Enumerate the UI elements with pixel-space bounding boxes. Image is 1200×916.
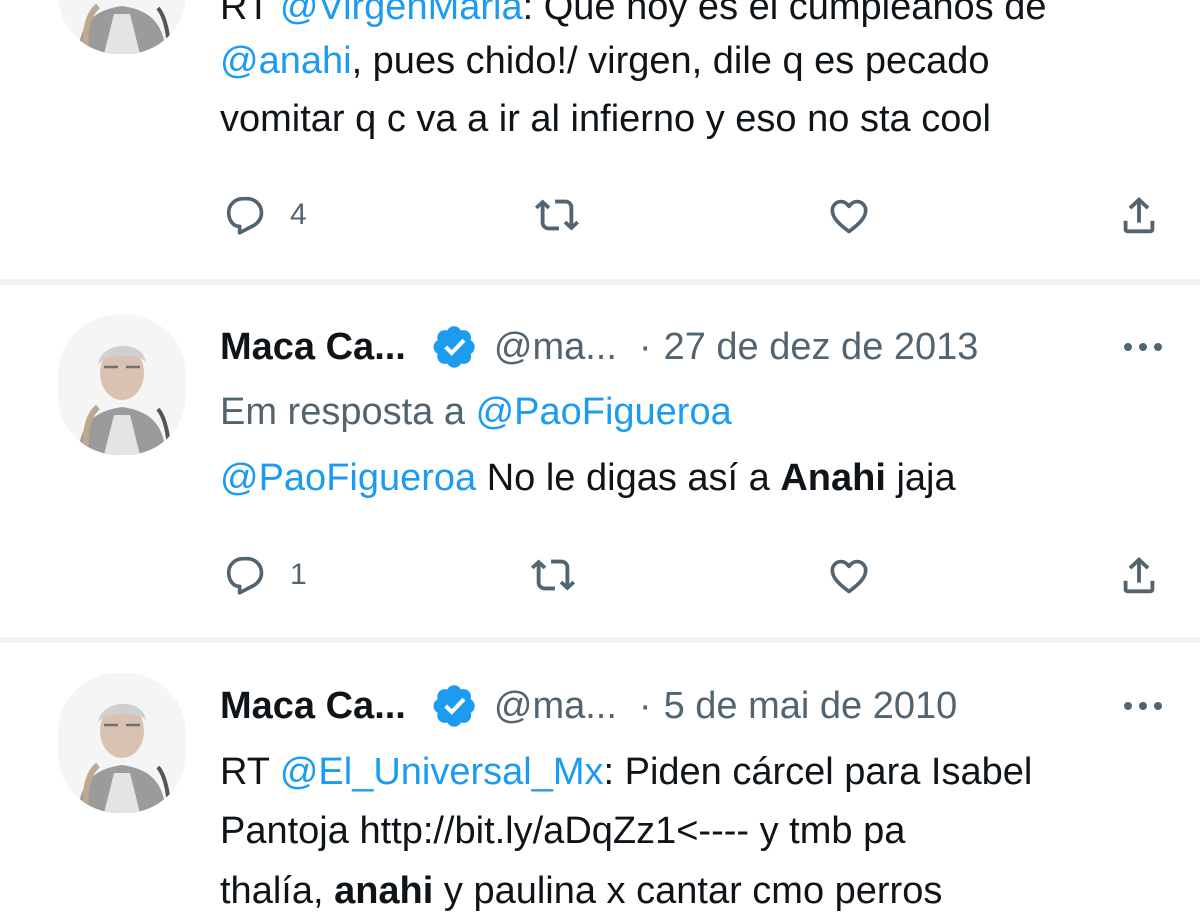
like-button[interactable] [826,190,872,240]
like-button[interactable] [826,550,872,600]
more-options-button[interactable] [1120,337,1166,357]
tweet-actions: 1 [0,550,1200,600]
reply-count: 1 [290,558,307,591]
mention-link[interactable]: @VirgenMaria [280,0,523,28]
display-name[interactable]: Maca Ca... [220,685,406,728]
tweet-text: thalía, [220,870,335,912]
reply-context: Em resposta a @PaoFigueroa [220,387,732,437]
reply-icon [222,552,268,598]
user-handle[interactable]: @ma... [494,685,617,728]
tweet-text: : Que hoy es el cumpleaños de [522,0,1047,28]
tweet-text-line: thalía, anahi y paulina x cantar cmo per… [220,866,942,916]
like-icon [826,192,872,238]
reply-count: 4 [290,198,307,231]
like-icon [826,552,872,598]
retweet-button[interactable] [534,190,580,240]
retweet-icon [534,192,580,238]
share-button[interactable] [1116,550,1162,600]
more-icon [1120,696,1166,716]
avatar[interactable] [58,315,186,455]
retweet-icon [530,552,576,598]
tweet-text: : Piden cárcel para Isabel [603,751,1033,793]
reply-button[interactable]: 1 [222,550,307,600]
verified-badge-icon [432,324,478,370]
mention-link[interactable]: @PaoFigueroa [220,457,476,499]
share-icon [1116,192,1162,238]
tweet-date[interactable]: 5 de mai de 2010 [664,685,958,728]
tweet-header: Maca Ca... @ma... · 27 de dez de 2013 [220,322,978,372]
tweet-text-line: vomitar q c va a ir al infierno y eso no… [220,98,991,140]
mention-link[interactable]: @El_Universal_Mx [280,751,604,793]
share-icon [1116,552,1162,598]
share-button[interactable] [1116,190,1162,240]
avatar[interactable] [58,0,186,54]
tweet-text: RT [220,0,280,28]
display-name[interactable]: Maca Ca... [220,326,406,369]
tweet-date[interactable]: 27 de dez de 2013 [664,326,979,369]
mention-link[interactable]: @anahi [220,40,352,82]
tweet[interactable]: Maca Ca... @ma... · 5 de mai de 2010 RT … [0,643,1200,912]
tweet-text: y paulina x cantar cmo perros [433,870,943,912]
mention-link[interactable]: @PaoFigueroa [476,391,732,433]
more-icon [1120,337,1166,357]
reply-context-label: Em resposta a [220,391,476,433]
tweet[interactable]: Maca Ca... @ma... · 27 de dez de 2013 Em… [0,285,1200,637]
tweet-text-line: Pantoja http://bit.ly/aDqZz1<---- y tmb … [220,810,906,852]
tweet-text: RT [220,751,280,793]
tweet-text-line: @anahi, pues chido!/ virgen, dile q es p… [220,36,990,86]
tweet-feed: RT @VirgenMaria: Que hoy es el cumpleaño… [0,0,1200,912]
tweet-text: No le digas así a [476,457,781,499]
tweet-actions: 4 [0,190,1200,240]
separator-dot: · [638,325,652,368]
tweet[interactable]: RT @VirgenMaria: Que hoy es el cumpleaño… [0,0,1200,279]
tweet-text-line: @PaoFigueroa No le digas así a Anahi jaj… [220,453,956,503]
tweet-header: Maca Ca... @ma... · 5 de mai de 2010 [220,681,957,731]
tweet-text: jaja [885,457,956,499]
user-handle[interactable]: @ma... [494,326,617,369]
tweet-text-bold: anahi [334,870,434,912]
reply-button[interactable]: 4 [222,190,307,240]
retweet-button[interactable] [530,550,576,600]
tweet-text-bold: Anahi [780,457,886,499]
tweet-text-line: RT @VirgenMaria: Que hoy es el cumpleaño… [220,0,1046,32]
reply-icon [222,192,268,238]
avatar[interactable] [58,673,186,813]
verified-badge-icon [432,683,478,729]
tweet-text: , pues chido!/ virgen, dile q es pecado [351,40,990,82]
more-options-button[interactable] [1120,696,1166,716]
tweet-text-line: RT @El_Universal_Mx: Piden cárcel para I… [220,747,1032,797]
separator-dot: · [638,684,652,727]
